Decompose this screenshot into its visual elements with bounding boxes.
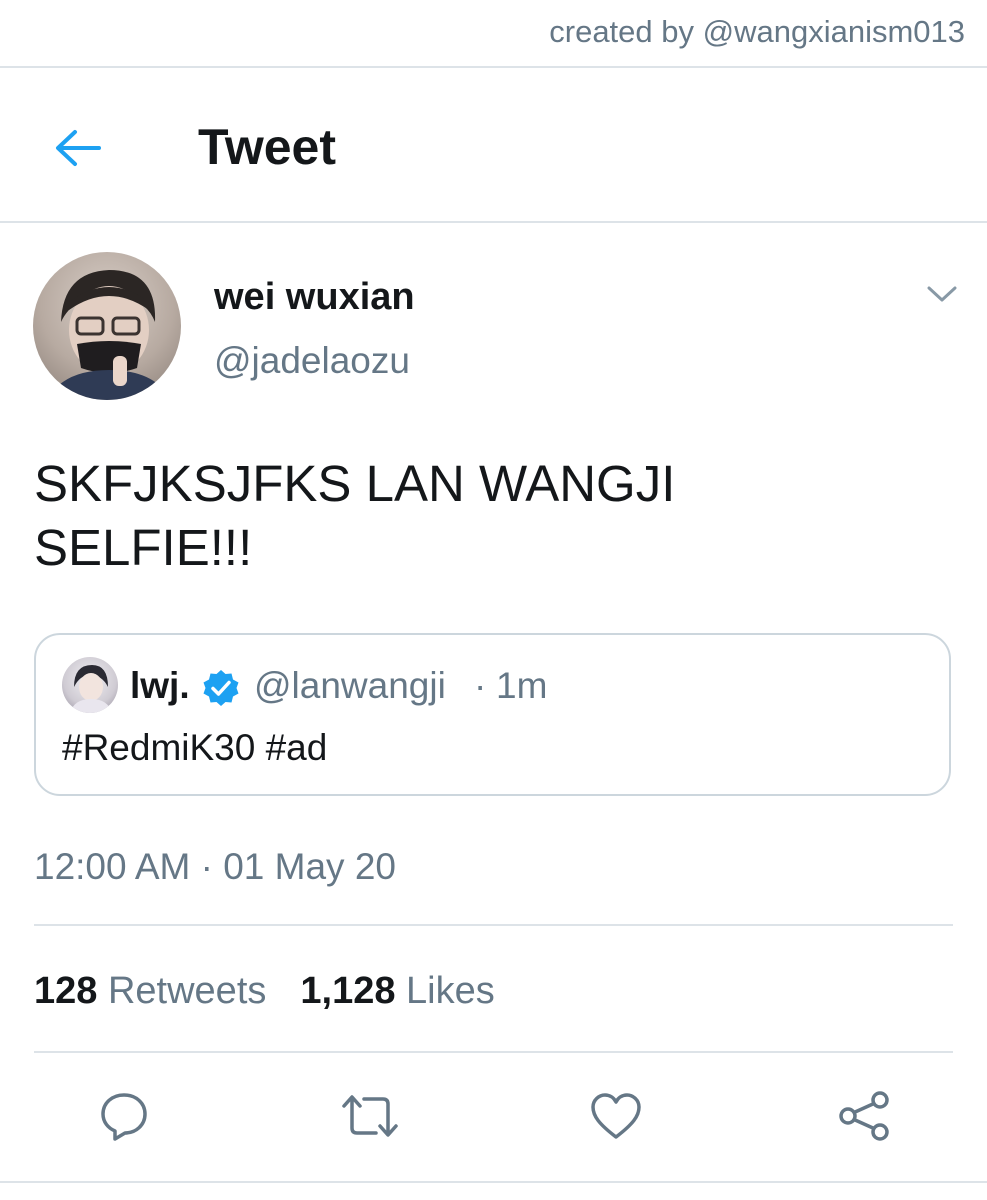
watermark-credit: created by @wangxianism013 [549, 14, 965, 49]
like-icon [591, 1093, 641, 1139]
divider [0, 221, 987, 223]
avatar-photo [47, 270, 171, 400]
likes-count: 1,128 [300, 970, 396, 1012]
author-handle[interactable]: @jadelaozu [214, 340, 410, 382]
share-button[interactable] [834, 1086, 894, 1146]
quoted-handle: @lanwangji [254, 665, 446, 706]
quoted-text: #RedmiK30 #ad [62, 727, 328, 768]
author-display-name[interactable]: wei wuxian [214, 276, 415, 319]
chevron-down-icon [927, 286, 957, 302]
divider [34, 1051, 953, 1053]
retweets-count: 128 [34, 970, 98, 1012]
quoted-avatar-photo [70, 665, 112, 713]
share-icon [839, 1091, 889, 1141]
quoted-avatar [62, 657, 118, 713]
retweets-stat[interactable]: 128 Retweets [34, 970, 266, 1012]
divider [0, 1181, 987, 1183]
quoted-display-name: lwj. [130, 665, 190, 706]
retweet-icon [342, 1095, 398, 1137]
tweet-stats: 128 Retweets 1,128 Likes [34, 970, 495, 1013]
quoted-tweet[interactable]: lwj. @lanwangji · 1m #RedmiK30 #ad [34, 633, 951, 796]
likes-label: Likes [406, 970, 495, 1012]
divider [0, 66, 987, 68]
more-options-button[interactable] [920, 278, 964, 310]
reply-button[interactable] [94, 1086, 154, 1146]
tweet-timestamp: 12:00 AM · 01 May 20 [34, 846, 396, 887]
reply-icon [101, 1093, 147, 1141]
page-title: Tweet [198, 119, 336, 175]
tweet-text-line: SELFIE!!! [34, 519, 253, 576]
retweet-button[interactable] [340, 1086, 400, 1146]
quoted-time: 1m [496, 665, 548, 706]
tweet-text-line: SKFJKSJFKS LAN WANGJI [34, 455, 676, 512]
likes-stat[interactable]: 1,128 Likes [300, 970, 494, 1012]
arrow-left-icon [56, 130, 101, 166]
divider [34, 924, 953, 926]
tweet-text: SKFJKSJFKS LAN WANGJI SELFIE!!! [34, 452, 914, 580]
avatar[interactable] [33, 252, 181, 400]
like-button[interactable] [586, 1086, 646, 1146]
retweets-label: Retweets [107, 970, 267, 1012]
quoted-separator: · [474, 665, 487, 706]
back-button[interactable] [50, 124, 104, 172]
verified-badge-icon [203, 670, 239, 706]
